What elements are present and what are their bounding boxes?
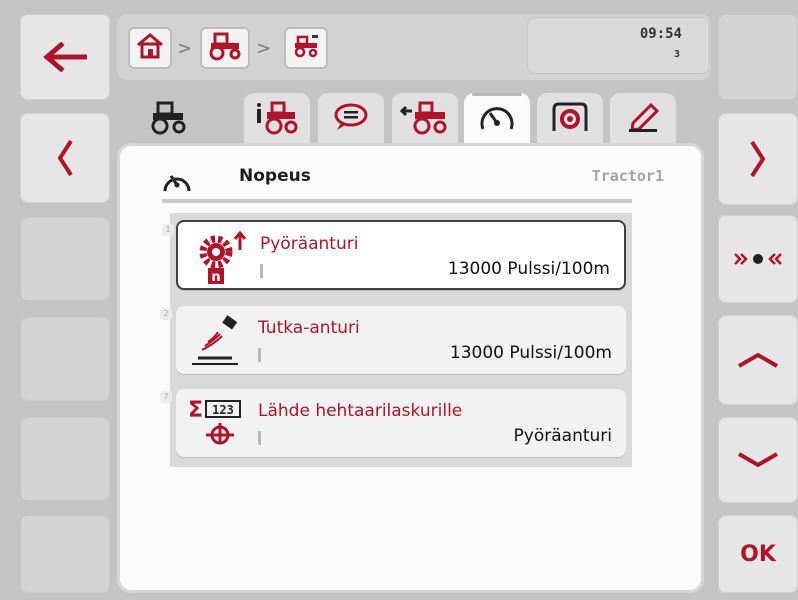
clock-display: 09:54 3	[527, 17, 710, 74]
list-item-radar-sensor[interactable]: 2 Tutka-anturi 13000 Pulssi/100m	[160, 306, 626, 374]
speech-bubble-icon	[331, 101, 371, 137]
terminal-frame: OK > > 09:54 3 Nopeus Tractor1 1 n Pyörä…	[0, 0, 798, 600]
svg-text:Σ: Σ	[188, 398, 203, 423]
item-index: 1	[162, 224, 174, 236]
hectare-counter-source-icon: Σ 123	[186, 395, 250, 453]
learn-icon	[733, 249, 783, 269]
ok-button[interactable]: OK	[718, 515, 798, 593]
scroll-down-button[interactable]	[718, 417, 798, 503]
list-item-wheel-sensor[interactable]: 1 n Pyöräanturi 13000 Pulssi/100m	[162, 220, 626, 290]
ok-label: OK	[740, 541, 776, 567]
item-index: 7	[160, 391, 172, 403]
svg-text:123: 123	[212, 403, 234, 417]
value-bar	[258, 431, 261, 445]
chevron-right-icon	[748, 139, 768, 179]
empty-left-button-1	[20, 217, 110, 301]
item-index: 2	[160, 308, 172, 320]
empty-left-button-3	[20, 417, 110, 501]
breadcrumb-separator: >	[177, 38, 193, 59]
pto-icon	[550, 101, 590, 137]
list-item-hectare-counter-source[interactable]: 7 Σ 123 Lähde hehtaarilaskurille Pyöräan…	[160, 389, 626, 457]
empty-right-button-top	[718, 14, 798, 100]
chevron-left-icon	[55, 138, 75, 178]
scroll-up-button[interactable]	[718, 315, 798, 405]
item-value: Pyöräanturi	[513, 426, 612, 446]
empty-left-button-2	[20, 317, 110, 401]
item-label: Lähde hehtaarilaskurille	[258, 401, 463, 421]
wheel-sensor-icon: n	[188, 228, 252, 286]
radar-sensor-icon	[186, 312, 250, 370]
pencil-icon	[623, 101, 663, 137]
title-divider	[162, 199, 632, 203]
tractor-icon	[207, 31, 243, 65]
breadcrumb-tractor-small[interactable]	[284, 27, 328, 69]
item-value: 13000 Pulssi/100m	[449, 343, 612, 363]
speedometer-icon	[160, 166, 194, 198]
page-title: Nopeus	[239, 166, 311, 186]
tractor-hitch-icon	[399, 101, 450, 139]
arrow-left-icon	[43, 42, 87, 72]
breadcrumb-tractor[interactable]	[200, 27, 250, 69]
item-value: 13000 Pulssi/100m	[447, 259, 610, 279]
next-button[interactable]	[718, 113, 798, 205]
previous-button[interactable]	[20, 113, 110, 203]
breadcrumb-home[interactable]	[128, 27, 172, 69]
tractor-info-icon	[254, 101, 300, 139]
home-icon	[135, 32, 165, 64]
item-label: Pyöräanturi	[260, 234, 359, 254]
empty-left-button-4	[20, 515, 110, 593]
breadcrumb-separator: >	[256, 38, 272, 59]
chevron-down-icon	[736, 450, 780, 470]
tractor-small-icon	[292, 34, 320, 62]
tractor-icon	[148, 101, 188, 139]
chevron-up-icon	[736, 350, 780, 370]
value-bar	[258, 348, 261, 362]
back-button[interactable]	[20, 14, 110, 100]
svg-text:n: n	[211, 270, 220, 285]
value-bar	[260, 264, 263, 278]
item-label: Tutka-anturi	[258, 318, 360, 338]
counter-value: 3	[673, 49, 680, 60]
clock-time: 09:54	[639, 26, 682, 42]
page-subtitle: Tractor1	[591, 167, 664, 185]
speedometer-icon	[477, 101, 517, 137]
learn-button[interactable]	[718, 215, 798, 303]
